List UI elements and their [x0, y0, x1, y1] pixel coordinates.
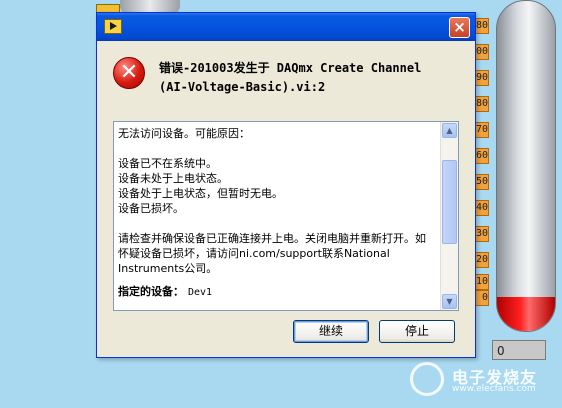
- message-intro: 无法访问设备。可能原因：: [118, 127, 250, 140]
- error-title: 错误-201003发生于 DAQmx Create Channel (AI-Vo…: [159, 59, 469, 97]
- message-cause: 设备未处于上电状态。: [118, 172, 228, 185]
- numeric-readout[interactable]: 0: [492, 340, 546, 360]
- message-cause: 设备已损坏。: [118, 202, 184, 215]
- message-cause: 设备已不在系统中。: [118, 157, 217, 170]
- thermometer-fill: [497, 297, 555, 331]
- continue-button[interactable]: 继续: [293, 320, 369, 343]
- device-value: Dev1: [188, 287, 213, 298]
- vertical-scrollbar[interactable]: ▲ ▼: [440, 122, 458, 310]
- device-label: 指定的设备：: [118, 285, 184, 298]
- labview-run-icon: [104, 19, 122, 34]
- error-message-text: 无法访问设备。可能原因： 设备已不在系统中。 设备未处于上电状态。 设备处于上电…: [118, 126, 436, 308]
- watermark: 电子发烧友 www.elecfans.com: [410, 360, 560, 400]
- stop-button[interactable]: 停止: [379, 320, 455, 343]
- watermark-logo-icon: [410, 362, 444, 396]
- error-dialog: × ✕ 错误-201003发生于 DAQmx Create Channel (A…: [96, 12, 476, 358]
- scroll-down-icon[interactable]: ▼: [442, 294, 457, 309]
- error-icon: ✕: [113, 57, 145, 89]
- error-title-line2: (AI-Voltage-Basic).vi:2: [159, 80, 326, 94]
- close-button[interactable]: ×: [449, 17, 470, 38]
- watermark-url: www.elecfans.com: [452, 384, 536, 394]
- thermometer-indicator: [496, 0, 556, 332]
- error-message-box[interactable]: 无法访问设备。可能原因： 设备已不在系统中。 设备未处于上电状态。 设备处于上电…: [113, 121, 459, 311]
- error-title-line1: 错误-201003发生于 DAQmx Create Channel: [159, 61, 422, 75]
- scrollbar-thumb[interactable]: [442, 160, 457, 244]
- dialog-titlebar[interactable]: ×: [97, 13, 475, 41]
- message-advice: 请检查并确保设备已正确连接并上电。关闭电脑并重新打开。如怀疑设备已损坏，请访问n…: [118, 232, 426, 275]
- scroll-up-icon[interactable]: ▲: [442, 123, 457, 138]
- device-line: 指定的设备： Dev1: [118, 284, 436, 300]
- message-cause: 设备处于上电状态，但暂时无电。: [118, 187, 283, 200]
